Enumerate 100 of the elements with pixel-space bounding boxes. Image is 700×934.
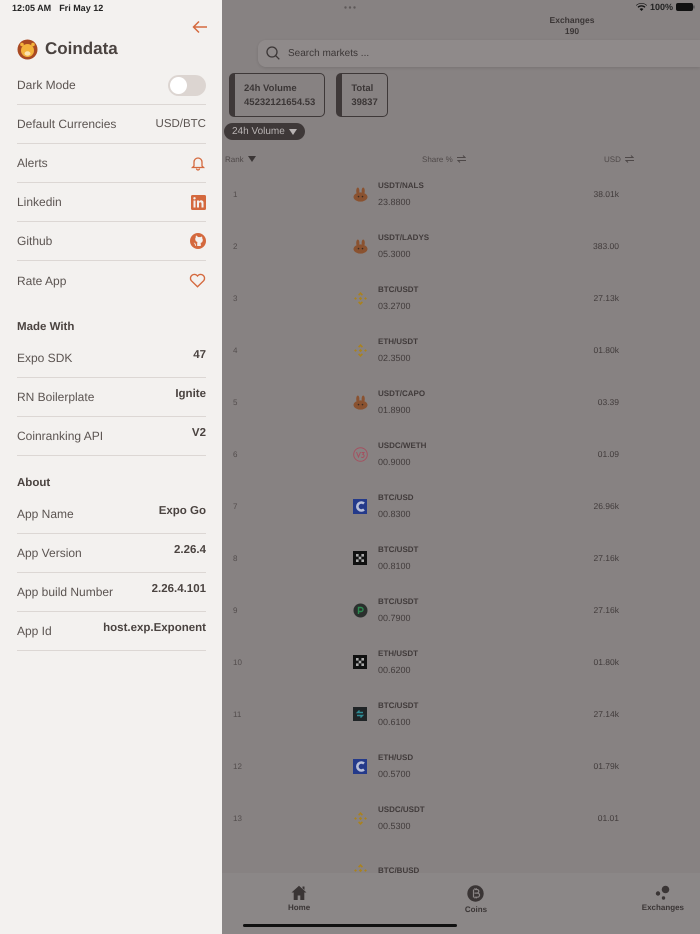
market-share: 02.3500 <box>378 353 412 363</box>
usd-volume: 27.16k <box>593 553 619 563</box>
market-share: 03.2700 <box>378 301 412 311</box>
market-pair: ETH/USD <box>378 753 414 762</box>
tab-bar-item[interactable]: Exchanges <box>642 885 684 914</box>
usd-volume: 01.80k <box>593 345 619 355</box>
heart-icon[interactable] <box>189 273 206 288</box>
info-value: host.exp.Exponent <box>103 622 206 634</box>
market-pair: USDT/CAPO <box>378 389 426 398</box>
diamond-icon <box>353 810 368 826</box>
c-logo-icon <box>353 498 367 514</box>
wifi-icon <box>636 3 647 11</box>
usd-volume: 01.80k <box>593 657 619 667</box>
diamond-icon <box>353 290 368 306</box>
setting-label: Github <box>17 234 52 248</box>
info-label: App Id <box>17 624 52 638</box>
column-header[interactable]: Share % <box>422 154 453 164</box>
home-icon <box>291 885 308 900</box>
setting-label: Alerts <box>17 156 48 170</box>
market-share: 00.8100 <box>378 561 412 571</box>
info-label: App Name <box>17 507 74 521</box>
caret-icon[interactable] <box>248 156 256 162</box>
tab-bar-item[interactable]: Coins <box>464 885 488 914</box>
info-label: RN Boilerplate <box>17 390 94 404</box>
back-arrow-icon <box>192 20 208 34</box>
setting-value[interactable]: USD/BTC <box>156 118 206 130</box>
market-pair: BTC/USD <box>378 493 415 502</box>
market-share: 00.6100 <box>378 717 412 727</box>
info-label: Expo SDK <box>17 351 72 365</box>
bell-icon[interactable] <box>190 155 206 171</box>
rabbit-icon <box>353 238 368 254</box>
usd-volume: 01.09 <box>598 449 619 459</box>
lion-icon <box>17 38 38 60</box>
market-pair: USDC/USDT <box>378 805 426 814</box>
page-title: Exchanges <box>550 15 594 26</box>
search-field[interactable]: Search markets ... <box>258 40 700 67</box>
swap-icon[interactable] <box>624 155 634 163</box>
more-icon <box>344 6 356 8</box>
info-label: App Version <box>17 546 82 560</box>
market-pair: BTC/USDT <box>378 701 420 710</box>
info-label: App build Number <box>17 585 114 599</box>
setting-label: Rate App <box>17 274 66 288</box>
stat-label: 24h Volume <box>244 82 298 94</box>
info-value: V2 <box>192 427 206 439</box>
battery-level: 100% <box>650 2 673 12</box>
c-logo-icon <box>353 758 367 774</box>
usd-volume: 01.01 <box>598 813 619 823</box>
info-value: 2.26.4.101 <box>152 583 206 595</box>
section-heading: Made With <box>17 320 76 335</box>
market-pair: BTC/USDT <box>378 545 420 554</box>
checker-icon <box>353 551 367 565</box>
toggle-switch[interactable] <box>168 74 206 96</box>
usd-volume: 27.16k <box>593 605 619 615</box>
ring-logo-icon <box>353 446 368 462</box>
caret-icon <box>288 128 297 134</box>
market-pair: ETH/USDT <box>378 649 419 658</box>
setting-label: Linkedin <box>17 195 62 209</box>
market-share: 00.9000 <box>378 457 412 467</box>
info-value: 47 <box>193 349 206 361</box>
tab-bar-item[interactable]: Home <box>288 885 310 914</box>
exchange-count: 190 <box>564 26 580 37</box>
market-share: 05.3000 <box>378 249 412 259</box>
info-label: Coinranking API <box>17 429 104 443</box>
p-logo-icon <box>353 602 368 618</box>
github-icon[interactable] <box>190 233 206 249</box>
checker-icon <box>353 655 367 669</box>
market-pair: USDT/LADYS <box>378 233 430 242</box>
column-header[interactable]: Rank <box>225 154 244 164</box>
diamond-icon <box>353 342 368 358</box>
market-pair: BTC/BUSD <box>378 866 420 873</box>
rabbit-icon <box>353 186 368 202</box>
market-share: 00.8300 <box>378 509 412 519</box>
market-pair: USDT/NALS <box>378 181 425 190</box>
battery-icon <box>676 3 695 11</box>
info-value: Expo Go <box>158 505 206 517</box>
search-icon <box>266 46 280 60</box>
usd-volume: 383.00 <box>593 241 619 251</box>
dots-icon <box>655 885 670 900</box>
app-title: Coindata <box>45 39 118 59</box>
setting-label: Default Currencies <box>17 117 116 131</box>
market-pair: BTC/USDT <box>378 285 420 294</box>
market-share: 00.5700 <box>378 769 412 779</box>
market-share: 01.8900 <box>378 405 412 415</box>
usd-volume: 03.39 <box>598 397 619 407</box>
swap-icon[interactable] <box>456 155 466 163</box>
stat-value: 39837 <box>351 96 378 108</box>
info-value: 2.26.4 <box>174 544 206 556</box>
setting-label: Dark Mode <box>17 78 76 92</box>
usd-volume: 38.01k <box>593 189 619 199</box>
market-pair: BTC/USDT <box>378 597 420 606</box>
usd-volume: 27.13k <box>593 293 619 303</box>
arrows-icon <box>353 707 367 721</box>
market-pair: ETH/USDT <box>378 337 419 346</box>
sort-dropdown[interactable]: 24h Volume <box>224 123 305 140</box>
column-header[interactable]: USD <box>604 154 621 164</box>
usd-volume: 01.79k <box>593 761 619 771</box>
section-heading: About <box>17 476 52 491</box>
linkedin-icon[interactable] <box>191 194 206 210</box>
market-pair: USDC/WETH <box>378 441 428 450</box>
back-button[interactable] <box>192 20 208 34</box>
